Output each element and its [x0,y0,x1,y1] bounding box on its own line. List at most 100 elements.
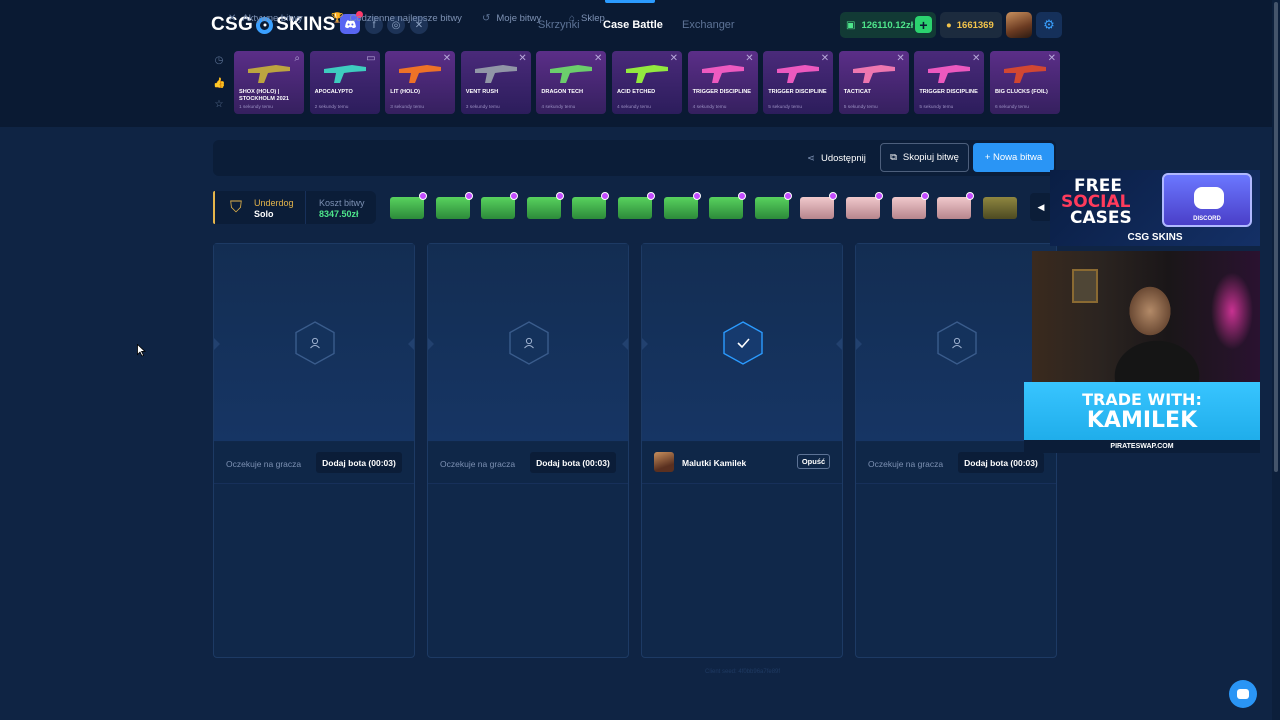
drop-skin-name: APOCALYPTO [314,89,353,95]
drop-time: 2 sekundy temu [314,105,349,110]
drop-card[interactable]: ✕ TRIGGER DISCIPLINE 5 sekundy temu [763,51,834,114]
battle-case[interactable] [526,192,564,219]
drop-card[interactable]: ✕ TRIGGER DISCIPLINE 4 sekundy temu [687,51,758,114]
tab-my-battles[interactable]: ↺ Moje bitwy [482,13,541,24]
skin-image [851,59,897,85]
clock-icon[interactable]: ◷ [213,55,225,67]
copy-battle-button[interactable]: ⧉ Skopiuj bitwę [880,143,969,172]
battle-case[interactable] [800,192,838,219]
star-icon[interactable]: ☆ [213,99,225,111]
drop-card[interactable]: ✕ LIT (HOLO) 3 sekundy temu [385,51,456,114]
empty-player-icon [936,320,978,366]
slot-player-row: Malutki Kamilek Opuść [642,442,842,484]
player-name[interactable]: Malutki Kamilek [682,458,746,468]
nav-exchanger[interactable]: Exchanger [682,19,735,31]
wallet-icon: ▣ [846,19,856,31]
copy-label: Skopiuj bitwę [902,152,959,163]
x-icon[interactable]: ✕ [670,53,678,64]
x-icon[interactable]: ✕ [821,53,829,64]
battle-case[interactable] [663,192,701,219]
drop-card[interactable]: ▭ APOCALYPTO 2 sekundy temu [309,51,380,114]
new-battle-button[interactable]: + Nowa bitwa [973,143,1054,172]
tab-daily-best[interactable]: 🏆 Codzienne najlepsze bitwy [331,13,462,24]
drop-time: 4 sekundy temu [617,105,651,110]
coins-value: 1661369 [956,19,994,31]
add-bot-button[interactable]: Dodaj bota (00:03) [958,452,1044,473]
user-avatar[interactable] [1006,12,1032,38]
underdog-shield-icon: ⛉ [229,199,242,216]
x-icon[interactable]: ✕ [745,53,753,64]
nav-case-battle[interactable]: Case Battle [603,19,663,31]
balance-display[interactable]: ▣ 126110.12zł + [840,12,936,38]
slot-player-row: Oczekuje na gracza Dodaj bota (00:03) [214,442,414,484]
coins-display[interactable]: ● 1661369 [940,12,1002,38]
player-slot: Oczekuje na gracza Dodaj bota (00:03) [427,243,629,658]
battle-case[interactable] [937,192,975,219]
skin-image [700,59,746,85]
x-icon[interactable]: ✕ [896,53,904,64]
x-icon[interactable]: ✕ [594,53,602,64]
case-count-badge [738,192,747,200]
swords-icon: ✕ [228,13,237,24]
x-icon[interactable]: ✕ [443,53,451,64]
battle-case[interactable] [435,192,473,219]
battle-case[interactable] [618,192,655,219]
deposit-button[interactable]: + [915,16,932,33]
battle-case[interactable] [572,192,610,219]
battle-case[interactable] [846,192,883,219]
drop-card[interactable]: ✕ ACID ETCHED 4 sekundy temu [612,51,682,114]
add-bot-button[interactable]: Dodaj bota (00:03) [316,452,402,473]
skin-image [473,59,519,85]
drop-card[interactable]: ⌕ SHOX (HOLO) | STOCKHOLM 2021 1 sekundy t… [234,51,304,114]
drop-card[interactable]: ✕ BIG CLUCKS (FOIL) 6 sekundy temu [990,51,1060,114]
share-button[interactable]: ⋖ Udostępnij [807,153,866,164]
drop-card[interactable]: ✕ TACTICAT 5 sekundy temu [838,51,909,114]
battle-cases-strip [386,192,1026,223]
battle-case[interactable] [982,197,1017,219]
tab-label: Sklep [581,13,605,24]
streamer-webcam [1032,251,1260,382]
drop-skin-name: DRAGON TECH [541,89,584,95]
drop-time: 1 sekundy temu [239,105,273,110]
chat-button[interactable] [1229,680,1257,708]
trade-with-banner: TRADE WITH: KAMILEK PIRATESWAP.COM [1024,382,1260,453]
cases-scroll-left-button[interactable]: ◀ [1030,193,1052,221]
thumbs-up-icon[interactable]: 👍 [213,78,225,90]
slot-reel-area [642,244,842,441]
new-battle-label: + Nowa bitwa [984,152,1043,163]
battle-case[interactable] [390,192,427,219]
player-ready-check-icon [722,320,764,366]
divider [305,191,306,224]
battle-case[interactable] [481,192,519,219]
player-avatar[interactable] [654,452,674,472]
case-count-badge [783,192,792,200]
box-icon[interactable]: ▭ [366,53,375,64]
promo-line-3: CASES [1070,208,1132,228]
x-icon[interactable]: ✕ [972,53,980,64]
battle-case[interactable] [754,192,792,219]
leave-button[interactable]: Opuść [797,454,830,469]
painting-frame [1072,269,1098,303]
free-social-cases-banner: DISCORD FREE SOCIAL CASES CSG SKINS [1050,170,1260,246]
settings-gear-icon[interactable]: ⚙ [1036,12,1062,38]
empty-player-icon [508,320,550,366]
battle-case[interactable] [709,192,747,219]
battle-case[interactable] [891,192,929,219]
player-slot: Oczekuje na gracza Dodaj bota (00:03) [213,243,415,658]
page-scrollbar[interactable] [1272,0,1280,720]
drop-card[interactable]: ✕ TRIGGER DISCIPLINE 5 sekundy temu [914,51,985,114]
tab-active-battles[interactable]: ✕ Aktywne bitwy [228,13,303,24]
scrollbar-thumb[interactable] [1274,2,1278,472]
skin-image [775,59,821,85]
drop-card[interactable]: ✕ VENT RUSH 3 sekundy temu [460,51,531,114]
pin-icon[interactable]: ⌕ [294,53,300,64]
drop-skin-name: BIG CLUCKS (FOIL) [995,89,1048,95]
battle-mode-card: ⛉ Underdog Solo Koszt bitwy 8347.50zł [213,191,376,224]
tab-shop[interactable]: ⌂ Sklep [569,13,605,24]
add-bot-button[interactable]: Dodaj bota (00:03) [530,452,616,473]
drop-time: 3 sekundy temu [390,105,425,110]
battle-type: Solo [254,209,274,219]
x-icon[interactable]: ✕ [518,53,526,64]
x-icon[interactable]: ✕ [1048,53,1056,64]
drop-card[interactable]: ✕ DRAGON TECH 4 sekundy temu [536,51,607,114]
